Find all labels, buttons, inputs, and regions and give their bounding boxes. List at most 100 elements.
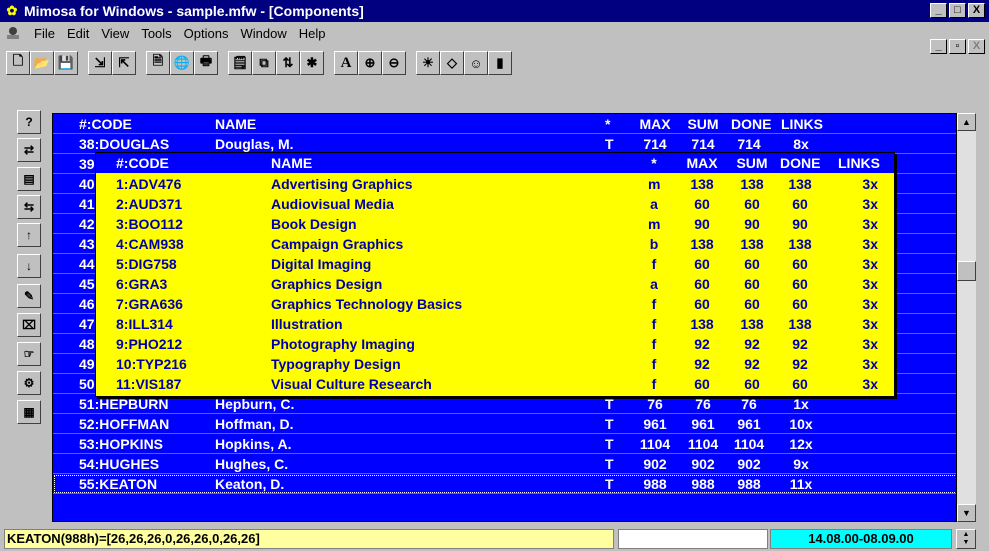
popup-row[interactable]: 3:BOO112 Book Design m 90 90 90 3x (96, 214, 894, 234)
eraser-button[interactable]: ◇ (440, 51, 464, 75)
spin-down-icon[interactable]: ▼ (963, 539, 970, 547)
cell-name: Advertising Graphics (271, 176, 413, 192)
minimize-button[interactable]: _ (930, 3, 947, 18)
zoom-out-button[interactable]: ⊖ (382, 51, 406, 75)
cell-name: Graphics Technology Basics (271, 296, 463, 312)
help-button[interactable]: ? (17, 110, 41, 134)
table-row[interactable]: 55:KEATON Keaton, D. T 988 988 988 11x (53, 474, 956, 494)
vertical-scrollbar[interactable]: ▲ ▼ (957, 113, 976, 522)
components-popup[interactable]: #:CODE NAME * MAX SUM DONE LINKS 1:ADV476 Advert… (95, 152, 895, 397)
cell-sum: 1104 (687, 436, 719, 452)
font-button[interactable]: A (334, 51, 358, 75)
exit-door-button[interactable]: ▮ (488, 51, 512, 75)
menu-help[interactable]: Help (293, 26, 332, 41)
cell-name: Douglas, M. (215, 136, 294, 152)
open-folder-button[interactable]: 📂 (30, 51, 54, 75)
tree-button[interactable]: ⚙ (17, 371, 41, 395)
popup-row[interactable]: 7:GRA636 Graphics Technology Basics f 60 60 6… (96, 294, 894, 314)
swap-right-button[interactable]: ⇄ (17, 138, 41, 162)
sun-button[interactable]: ☀ (416, 51, 440, 75)
import-button[interactable]: ⇲ (88, 51, 112, 75)
arrow-down-button[interactable]: ↓ (17, 254, 41, 278)
assign-button[interactable]: ☞ (17, 342, 41, 366)
people-button[interactable]: ☺ (464, 51, 488, 75)
cell-max: 60 (694, 276, 710, 292)
calendar-icon: ▦ (23, 405, 35, 419)
import-icon: ⇲ (94, 55, 106, 70)
cell-code: 7:GRA636 (116, 296, 183, 312)
zoom-in-button[interactable]: ⊕ (358, 51, 382, 75)
close-button[interactable]: X (968, 3, 985, 18)
popup-row[interactable]: 4:CAM938 Campaign Graphics b 138 138 138 3x (96, 234, 894, 254)
table-row[interactable]: 51:HEPBURN Hepburn, C. T 76 76 76 1x (53, 394, 956, 414)
edit-record-icon: ✎ (23, 289, 35, 303)
cell-done: 60 (792, 276, 808, 292)
wizard-icon: 🗒 (231, 55, 249, 70)
popup-row[interactable]: 9:PHO212 Photography Imaging f 92 92 92 3x (96, 334, 894, 354)
cell-star: b (649, 236, 659, 252)
table-row[interactable]: 54:HUGHES Hughes, C. T 902 902 902 9x (53, 454, 956, 474)
popup-row[interactable]: 11:VIS187 Visual Culture Research f 60 60 60 3… (96, 374, 894, 394)
date-spinner[interactable]: ▲ ▼ (956, 529, 976, 549)
popup-row[interactable]: 10:TYP216 Typography Design f 92 92 92 3x (96, 354, 894, 374)
status-date-range[interactable]: 14.08.00-08.09.00 (770, 529, 952, 549)
color-button[interactable]: ✱ (300, 51, 324, 75)
grid-header-row[interactable]: #:CODE NAME * MAX SUM DONE LINKS (53, 114, 956, 134)
cell-done: 902 (737, 456, 761, 472)
table-row[interactable]: 38:DOUGLAS Douglas, M. T 714 714 714 8x (53, 134, 956, 154)
menu-options[interactable]: Options (178, 26, 235, 41)
cell-code: #:CODE (116, 155, 169, 171)
sort-button[interactable]: ⇅ (276, 51, 300, 75)
edit-record-button[interactable]: ✎ (17, 284, 41, 308)
save-button[interactable]: 💾 (54, 51, 78, 75)
tree-icon: ⚙ (23, 376, 35, 390)
cell-done: 90 (792, 216, 808, 232)
document-menu-icon[interactable] (4, 25, 22, 41)
calendar-button[interactable]: ▦ (17, 400, 41, 424)
copy-button[interactable]: ⧉ (252, 51, 276, 75)
popup-row[interactable]: 2:AUD371 Audiovisual Media a 60 60 60 3x (96, 194, 894, 214)
cell-sum: 138 (740, 316, 764, 332)
delete-record-button[interactable]: ⌧ (17, 313, 41, 337)
popup-header-row[interactable]: #:CODE NAME * MAX SUM DONE LINKS (96, 153, 894, 173)
cell-name: Graphics Design (271, 276, 383, 292)
toolbar-group: A ⊕ ⊖ (334, 51, 406, 75)
swap-left-button[interactable]: ⇆ (17, 195, 41, 219)
cell-max: 138 (690, 236, 714, 252)
print-button[interactable]: 🖶 (194, 51, 218, 75)
maximize-button[interactable]: □ (949, 3, 966, 18)
menu-file[interactable]: File (28, 26, 61, 41)
export-button[interactable]: ⇱ (112, 51, 136, 75)
popup-row[interactable]: 6:GRA3 Graphics Design a 60 60 60 3x (96, 274, 894, 294)
document-button[interactable]: ▤ (17, 167, 41, 191)
cell-code: 6:GRA3 (116, 276, 168, 292)
new-button[interactable]: 🗋 (6, 51, 30, 75)
popup-row[interactable]: 5:DIG758 Digital Imaging f 60 60 60 3x (96, 254, 894, 274)
popup-row[interactable]: 8:ILL314 Illustration f 138 138 138 3x (96, 314, 894, 334)
report-button[interactable]: 🗎 (146, 51, 170, 75)
menu-tools[interactable]: Tools (135, 26, 177, 41)
menu-edit[interactable]: Edit (61, 26, 95, 41)
spin-up-icon[interactable]: ▲ (963, 531, 970, 539)
globe-button[interactable]: 🌐 (170, 51, 194, 75)
status-bar: KEATON(988h)=[26,26,26,0,26,26,0,26,26] … (0, 527, 989, 551)
mimosa-app-icon[interactable]: ✿ (4, 3, 20, 19)
scroll-down-button[interactable]: ▼ (957, 504, 976, 522)
wizard-button[interactable]: 🗒 (228, 51, 252, 75)
menu-view[interactable]: View (95, 26, 135, 41)
toolbar-group: ☀ ◇ ☺ ▮ (416, 51, 512, 75)
scroll-up-button[interactable]: ▲ (957, 113, 976, 131)
cell-name: Visual Culture Research (271, 376, 432, 392)
arrow-up-button[interactable]: ↑ (17, 223, 41, 247)
menu-window[interactable]: Window (234, 26, 292, 41)
cell-star: T (605, 476, 614, 492)
sort-icon: ⇅ (282, 55, 294, 70)
cell-code: 51:HEPBURN (79, 396, 169, 412)
table-row[interactable]: 53:HOPKINS Hopkins, A. T 1104 1104 1104 12x (53, 434, 956, 454)
scroll-thumb[interactable] (957, 261, 976, 281)
table-row[interactable]: 52:HOFFMAN Hoffman, D. T 961 961 961 10x (53, 414, 956, 434)
cell-name: Campaign Graphics (271, 236, 404, 252)
popup-row[interactable]: 1:ADV476 Advertising Graphics m 138 138 138 3x (96, 174, 894, 194)
title-bar: ✿ Mimosa for Windows - sample.mfw - [Com… (0, 0, 989, 22)
cell-name: Audiovisual Media (271, 196, 394, 212)
